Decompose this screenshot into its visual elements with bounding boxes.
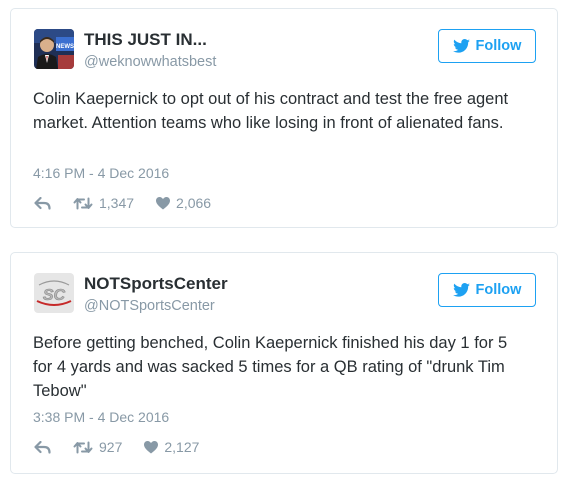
reply-icon [34,440,51,454]
like-count: 2,066 [176,195,212,211]
heart-icon [156,196,171,209]
user-handle[interactable]: @weknowwhatsbest [84,53,216,71]
tweet-actions: 927 2,127 [34,437,199,457]
retweet-button[interactable]: 927 [73,439,122,455]
avatar-sportscenter-logo: SC [34,273,74,313]
tweet-text: Colin Kaepernick to opt out of his contr… [33,90,509,132]
reply-button[interactable] [34,196,51,210]
twitter-bird-icon [452,283,470,297]
like-button[interactable]: 2,127 [144,439,199,455]
follow-button[interactable]: Follow [438,29,536,63]
retweet-count: 927 [99,439,123,455]
avatar[interactable]: NEWS [34,29,74,69]
user-handle[interactable]: @NOTSportsCenter [84,297,215,315]
heart-icon [144,440,159,453]
svg-text:SC: SC [43,287,66,304]
like-count: 2,127 [164,439,200,455]
retweet-count: 1,347 [99,195,135,211]
tweet-actions: 1,347 2,066 [34,193,211,213]
tweet-card[interactable]: NEWS THIS JUST IN... @weknowwhatsbest Fo… [10,8,558,228]
tweet-timestamp[interactable]: 3:38 PM - 4 Dec 2016 [33,408,169,426]
follow-label: Follow [475,282,522,298]
retweet-button[interactable]: 1,347 [73,195,134,211]
follow-label: Follow [475,38,522,54]
like-button[interactable]: 2,066 [156,195,211,211]
display-name[interactable]: NOTSportsCenter [84,274,228,294]
svg-text:NEWS: NEWS [56,44,74,50]
tweet-timestamp[interactable]: 4:16 PM - 4 Dec 2016 [33,164,169,182]
avatar[interactable]: SC [34,273,74,313]
retweet-icon [73,441,93,453]
retweet-icon [73,197,93,209]
reply-icon [34,196,51,210]
reply-button[interactable] [34,440,51,454]
tweet-card[interactable]: SC NOTSportsCenter @NOTSportsCenter Foll… [10,252,558,474]
tweet-text: Before getting benched, Colin Kaepernick… [33,334,508,400]
follow-button[interactable]: Follow [438,273,536,307]
twitter-bird-icon [452,39,470,53]
display-name[interactable]: THIS JUST IN... [84,30,207,50]
avatar-news-anchor-image: NEWS [34,29,74,69]
